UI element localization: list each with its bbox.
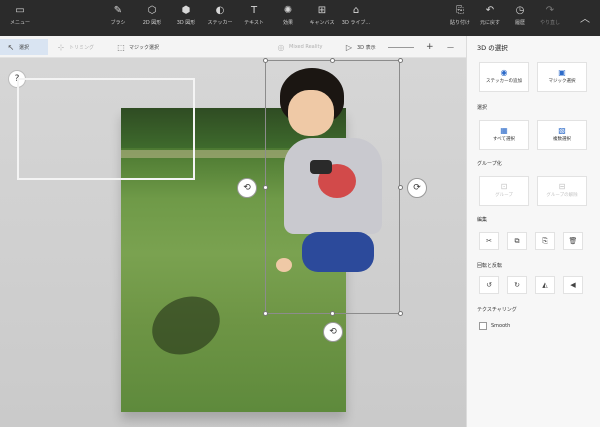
- resize-handle[interactable]: [330, 58, 335, 63]
- copy-icon[interactable]: ⧉: [507, 232, 527, 250]
- add-sticker-icon: ◉: [500, 68, 508, 77]
- object-bounding-box[interactable]: [265, 60, 400, 314]
- resize-handle[interactable]: [263, 58, 268, 63]
- select-tool-button[interactable]: ↖ 選択: [0, 39, 48, 55]
- multi-select-icon: ▧: [558, 126, 566, 135]
- section-select-heading: 選択: [477, 105, 488, 111]
- rotate-z-handle-icon[interactable]: ⟲: [237, 178, 257, 198]
- sticker-icon: ◐: [215, 5, 225, 16]
- panel-title: 3D の選択: [477, 44, 508, 52]
- rotate-left-icon[interactable]: ↺: [479, 276, 499, 294]
- text-icon: T: [250, 5, 258, 16]
- more-options-button[interactable]: —: [447, 39, 454, 55]
- resize-handle[interactable]: [330, 311, 335, 316]
- resize-handle[interactable]: [398, 185, 403, 190]
- shapes3d-icon: ⬢: [181, 5, 191, 16]
- ungroup-button[interactable]: ⊟ グループの解除: [537, 176, 587, 206]
- rotate-y-handle-icon[interactable]: ⟳: [407, 178, 427, 198]
- selection-panel: 3D の選択 ◉ ステッカーの追加 ▣ マジック選択 選択 ▦ すべて選択 ▧ …: [466, 36, 600, 427]
- child-shadow: [142, 285, 230, 366]
- view3d-icon: ▷: [345, 42, 353, 52]
- zoom-slider[interactable]: [388, 39, 414, 55]
- canvas-area[interactable]: ? ⟲ ⟳ ⟲: [0, 58, 466, 427]
- mixed-reality-button[interactable]: ◎ Mixed Reality: [276, 39, 323, 55]
- cursor-icon: ↖: [7, 42, 15, 52]
- menu-button[interactable]: ▭ メニュー: [0, 4, 40, 34]
- select-all-icon: ▦: [500, 126, 508, 135]
- checkbox-box[interactable]: [479, 322, 487, 330]
- undo-icon: ↶: [485, 5, 495, 16]
- select-all-button[interactable]: ▦ すべて選択: [479, 120, 529, 150]
- smooth-checkbox[interactable]: Smooth: [479, 322, 510, 330]
- crop-icon: ⊹: [57, 42, 65, 52]
- brush-icon: ✎: [113, 5, 123, 16]
- magic-select-icon: ⬚: [117, 42, 125, 52]
- canvas-icon: ⊞: [317, 5, 327, 16]
- shapes2d-icon: ⬡: [147, 5, 157, 16]
- rotate-right-icon[interactable]: ↻: [507, 276, 527, 294]
- top-ribbon: ▭ メニュー ✎ ブラシ ⬡ 2D 図形 ⬢ 3D 図形 ◐ ステッカー T テ…: [0, 0, 600, 36]
- section-group-heading: グループ化: [477, 161, 502, 167]
- paste-icon[interactable]: ⎘: [535, 232, 555, 250]
- history-icon: ◷: [515, 5, 525, 16]
- zoom-in-button[interactable]: +: [426, 39, 434, 55]
- selection-rectangle[interactable]: [17, 78, 195, 180]
- effects-icon: ✺: [283, 5, 293, 16]
- group-icon: ⊡: [500, 182, 508, 191]
- redo-button[interactable]: ↷ やり直し: [530, 4, 570, 34]
- rotate-x-handle-icon[interactable]: ⟲: [323, 322, 343, 342]
- group-button[interactable]: ⊡ グループ: [479, 176, 529, 206]
- add-sticker-button[interactable]: ◉ ステッカーの追加: [479, 62, 529, 92]
- resize-handle[interactable]: [263, 311, 268, 316]
- secondary-toolbar: ↖ 選択 ⊹ トリミング ⬚ マジック選択 ◎ Mixed Reality ▷ …: [0, 36, 466, 58]
- resize-handle[interactable]: [263, 185, 268, 190]
- crop-button[interactable]: ⊹ トリミング: [56, 39, 94, 55]
- redo-icon: ↷: [545, 5, 555, 16]
- multi-select-button[interactable]: ▧ 複数選択: [537, 120, 587, 150]
- view3d-button[interactable]: ▷ 3D 表示: [344, 39, 376, 55]
- section-edit-heading: 編集: [477, 217, 488, 223]
- library3d-icon: ⌂: [352, 5, 360, 16]
- magic-select-icon: ▣: [558, 68, 566, 77]
- flip-vertical-icon[interactable]: ◭: [535, 276, 555, 294]
- magic-select-panel-button[interactable]: ▣ マジック選択: [537, 62, 587, 92]
- delete-icon[interactable]: 🗑: [563, 232, 583, 250]
- collapse-ribbon-chevron-up-icon[interactable]: ︿: [578, 10, 592, 25]
- paste-icon: ⎘: [456, 5, 464, 16]
- ungroup-icon: ⊟: [558, 182, 566, 191]
- resize-handle[interactable]: [398, 58, 403, 63]
- tool-library3d-button[interactable]: ⌂ 3D ライブ...: [336, 4, 376, 34]
- cut-icon[interactable]: ✂: [479, 232, 499, 250]
- folder-icon: ▭: [15, 5, 25, 16]
- resize-handle[interactable]: [398, 311, 403, 316]
- section-texturing-heading: テクスチャリング: [477, 307, 517, 313]
- mixed-reality-icon: ◎: [277, 42, 285, 52]
- magic-select-button[interactable]: ⬚ マジック選択: [116, 39, 159, 55]
- flip-horizontal-icon[interactable]: ◀: [563, 276, 583, 294]
- section-rotate-heading: 回転と反転: [477, 263, 503, 269]
